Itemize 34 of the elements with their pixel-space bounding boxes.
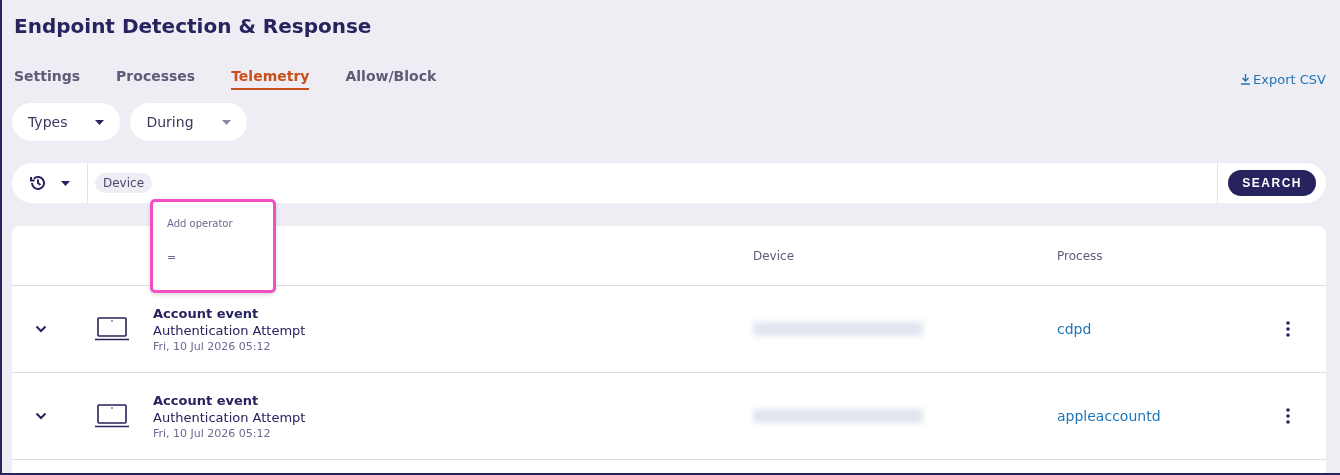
event-time: Fri, 10 Jul 2026 05:12 [153, 339, 272, 353]
download-icon [1240, 73, 1252, 85]
caret-icon [61, 180, 70, 186]
more-vertical-icon [1286, 408, 1290, 424]
expand-button[interactable] [35, 412, 47, 420]
export-csv-link[interactable]: Export CSV [1240, 71, 1326, 87]
caret-icon [95, 119, 105, 125]
column-header: Device [753, 248, 796, 263]
history-icon [29, 174, 47, 192]
chevron-down-icon [35, 412, 47, 420]
event-title: Account event [153, 392, 260, 408]
process-link[interactable]: cdpd [1057, 321, 1286, 337]
chevron-down-icon [35, 325, 47, 333]
caret-icon [221, 119, 231, 125]
filter-dropdown[interactable]: Types [12, 103, 121, 141]
tab[interactable]: Telemetry [231, 68, 310, 90]
menu-heading: Add operator [167, 218, 234, 229]
search-chip[interactable]: Device [95, 173, 153, 193]
column-header: Process [1057, 248, 1104, 263]
tab[interactable]: Allow/Block [345, 68, 437, 90]
menu-item[interactable]: = [167, 251, 259, 264]
event-time: Fri, 10 Jul 2026 05:12 [153, 426, 272, 440]
filter-dropdown[interactable]: During [130, 103, 247, 141]
more-vertical-icon [1286, 321, 1290, 337]
page-title: Endpoint Detection & Response [14, 14, 373, 40]
process-link[interactable]: appleaccountd [1057, 408, 1286, 424]
event-type: Authentication Attempt [153, 322, 307, 338]
expand-button[interactable] [35, 325, 47, 333]
tab[interactable]: Processes [116, 68, 196, 90]
tab[interactable]: Settings [14, 68, 81, 90]
laptop-icon [94, 317, 129, 341]
event-title: Account event [153, 305, 260, 321]
event-type: Authentication Attempt [153, 409, 307, 425]
laptop-icon [94, 404, 129, 428]
